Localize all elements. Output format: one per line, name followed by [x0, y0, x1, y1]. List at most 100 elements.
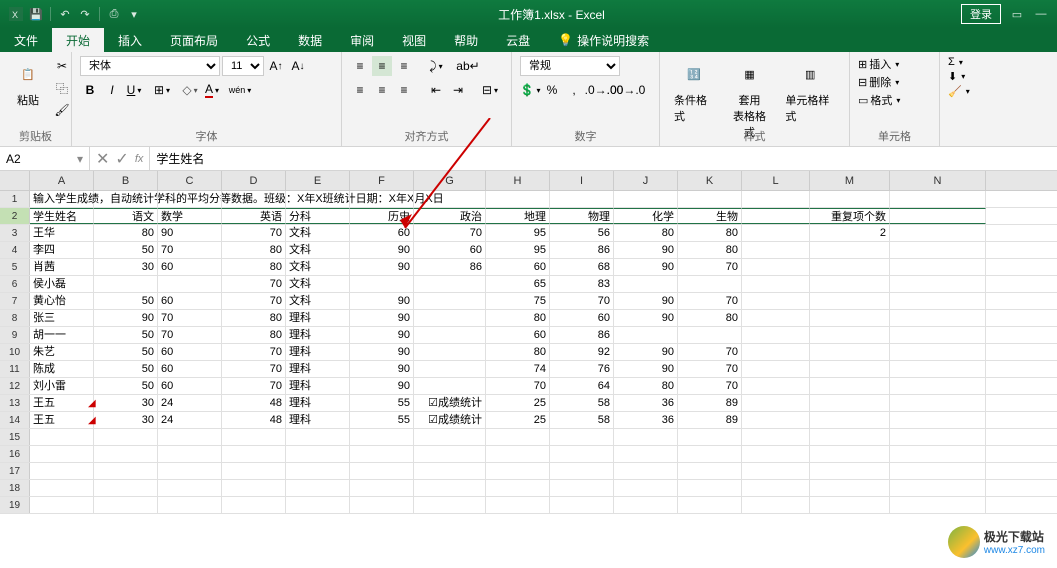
save-icon[interactable]: 💾 [28, 6, 44, 22]
col-header[interactable]: I [550, 171, 614, 190]
cell[interactable] [158, 480, 222, 496]
cell[interactable]: 90 [350, 327, 414, 343]
cell[interactable] [890, 412, 986, 428]
cell[interactable]: 80 [614, 225, 678, 241]
tab-layout[interactable]: 页面布局 [156, 28, 232, 52]
cell[interactable]: 文科 [286, 293, 350, 309]
italic-button[interactable]: I [102, 80, 122, 100]
cell[interactable] [350, 463, 414, 479]
format-painter-icon[interactable]: 🖌 [52, 100, 72, 120]
cell[interactable]: 90 [350, 242, 414, 258]
cell[interactable]: 65 [486, 276, 550, 292]
cell[interactable]: 王五 [30, 412, 94, 428]
cell[interactable]: 48 [222, 395, 286, 411]
cell[interactable] [890, 191, 986, 207]
row-header[interactable]: 10 [0, 344, 30, 360]
indent-decrease-icon[interactable]: ⇤ [426, 80, 446, 100]
cell[interactable]: 70 [486, 378, 550, 394]
cell[interactable] [550, 429, 614, 445]
cell[interactable]: 地理 [486, 208, 550, 224]
cell[interactable]: 80 [222, 259, 286, 275]
cell[interactable]: 70 [158, 242, 222, 258]
cell[interactable]: ☑成绩统计 [414, 395, 486, 411]
cell[interactable]: 80 [678, 225, 742, 241]
cell[interactable] [810, 327, 890, 343]
cell[interactable] [890, 276, 986, 292]
cell[interactable]: 侯小磊 [30, 276, 94, 292]
cell[interactable] [678, 191, 742, 207]
cell[interactable] [890, 225, 986, 241]
cell[interactable]: 50 [94, 293, 158, 309]
cell[interactable]: 24 [158, 395, 222, 411]
cell[interactable]: 90 [614, 293, 678, 309]
cell[interactable] [614, 429, 678, 445]
align-bottom-icon[interactable]: ≡ [394, 56, 414, 76]
fill-color-button[interactable]: ◇▾ [180, 80, 200, 100]
orientation-icon[interactable]: ⤸▾ [426, 56, 446, 76]
cell[interactable] [890, 463, 986, 479]
cell[interactable]: 90 [350, 310, 414, 326]
cell[interactable] [286, 497, 350, 513]
cell-styles-button[interactable]: ▥ 单元格样式 [779, 56, 841, 126]
cell[interactable] [810, 412, 890, 428]
cell[interactable]: 英语 [222, 208, 286, 224]
cell[interactable]: 王五 [30, 395, 94, 411]
cell[interactable] [810, 395, 890, 411]
conditional-format-button[interactable]: 🔢 条件格式 [668, 56, 720, 126]
cell[interactable]: 朱艺 [30, 344, 94, 360]
wrap-text-icon[interactable]: ab↵ [458, 56, 478, 76]
cell[interactable] [742, 412, 810, 428]
cell[interactable] [350, 276, 414, 292]
tab-home[interactable]: 开始 [52, 28, 104, 52]
cell[interactable] [810, 276, 890, 292]
cell[interactable] [94, 497, 158, 513]
cell[interactable]: 文科 [286, 276, 350, 292]
cell[interactable] [810, 242, 890, 258]
cell[interactable]: 2 [810, 225, 890, 241]
col-header[interactable]: G [414, 171, 486, 190]
cell[interactable] [486, 497, 550, 513]
cell[interactable] [614, 327, 678, 343]
cell[interactable]: 文科 [286, 225, 350, 241]
cell[interactable] [158, 191, 222, 207]
cell[interactable]: 50 [94, 327, 158, 343]
cell[interactable] [742, 259, 810, 275]
row-header[interactable]: 1 [0, 191, 30, 207]
cell[interactable] [414, 446, 486, 462]
cell[interactable]: 物理 [550, 208, 614, 224]
cell[interactable] [414, 378, 486, 394]
cell[interactable] [890, 480, 986, 496]
cell[interactable] [742, 327, 810, 343]
cell[interactable] [350, 429, 414, 445]
cell[interactable] [414, 276, 486, 292]
cell[interactable]: 70 [678, 378, 742, 394]
cell[interactable] [94, 276, 158, 292]
cell[interactable]: 75 [486, 293, 550, 309]
cell[interactable]: 55 [350, 395, 414, 411]
cell[interactable]: 25 [486, 412, 550, 428]
cell[interactable]: 89 [678, 412, 742, 428]
cell[interactable]: 70 [550, 293, 614, 309]
cell[interactable] [286, 429, 350, 445]
cell[interactable]: 70 [678, 344, 742, 360]
cell[interactable] [222, 480, 286, 496]
col-header[interactable]: F [350, 171, 414, 190]
tab-view[interactable]: 视图 [388, 28, 440, 52]
cell[interactable] [810, 429, 890, 445]
cell[interactable]: 理科 [286, 412, 350, 428]
cell[interactable] [678, 327, 742, 343]
cell[interactable]: 学生姓名 [30, 208, 94, 224]
cell[interactable]: 74 [486, 361, 550, 377]
ribbon-options-icon[interactable]: ▭ [1009, 6, 1025, 22]
cut-icon[interactable]: ✂ [52, 56, 72, 76]
row-header[interactable]: 2 [0, 208, 30, 224]
cell[interactable] [678, 497, 742, 513]
cell[interactable] [350, 480, 414, 496]
formula-input[interactable] [150, 152, 1057, 166]
cell[interactable]: 64 [550, 378, 614, 394]
login-button[interactable]: 登录 [961, 4, 1001, 24]
bold-button[interactable]: B [80, 80, 100, 100]
cell[interactable] [550, 191, 614, 207]
col-header[interactable]: K [678, 171, 742, 190]
cell[interactable]: 50 [94, 344, 158, 360]
